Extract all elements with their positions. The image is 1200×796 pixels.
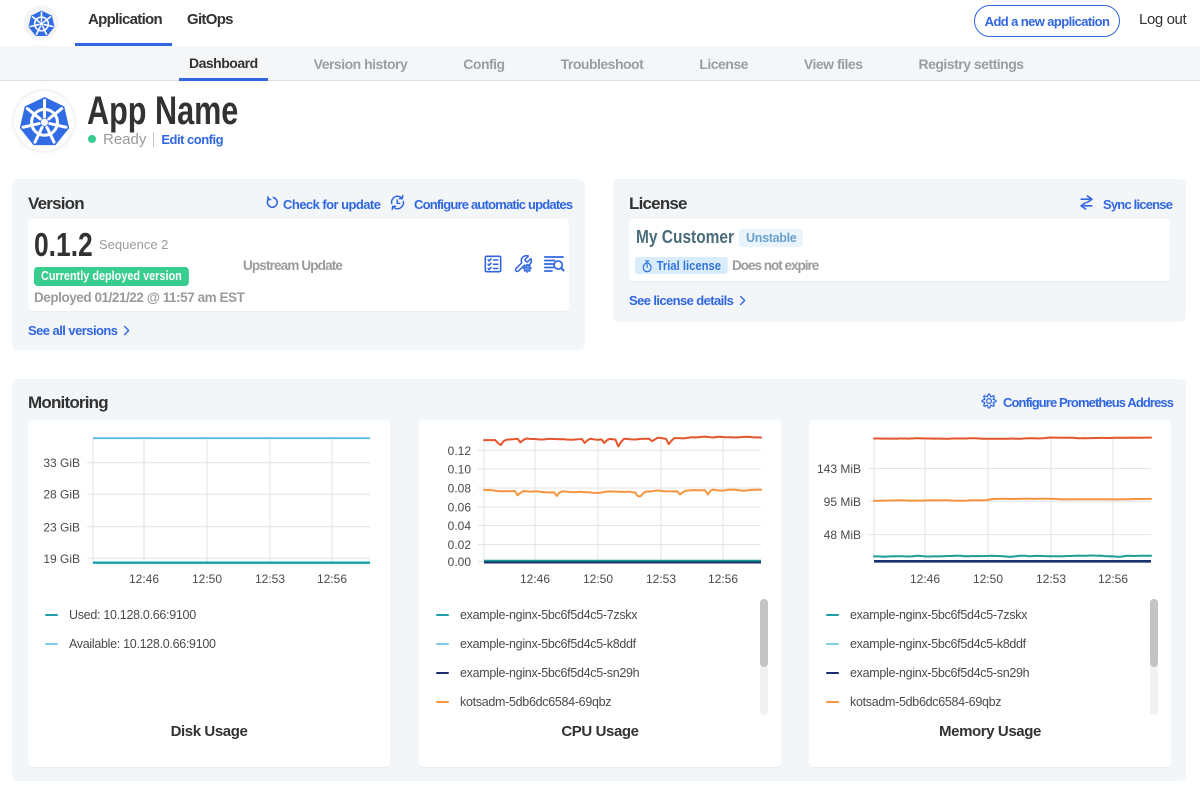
svg-text:12:46: 12:46	[520, 572, 550, 586]
svg-text:12:56: 12:56	[1098, 572, 1128, 586]
svg-text:95 MiB: 95 MiB	[824, 495, 861, 509]
svg-text:48 MiB: 48 MiB	[824, 528, 861, 542]
svg-text:12:50: 12:50	[583, 572, 613, 586]
svg-text:12:46: 12:46	[129, 572, 159, 586]
svg-text:19 GiB: 19 GiB	[43, 552, 80, 566]
svg-text:12:53: 12:53	[646, 572, 676, 586]
svg-text:0.08: 0.08	[448, 482, 472, 496]
svg-text:12:56: 12:56	[708, 572, 738, 586]
svg-text:12:53: 12:53	[1036, 572, 1066, 586]
svg-text:33 GiB: 33 GiB	[43, 456, 80, 470]
svg-text:12:50: 12:50	[973, 572, 1003, 586]
svg-text:0.00: 0.00	[448, 555, 472, 569]
svg-text:143 MiB: 143 MiB	[817, 462, 861, 476]
svg-text:0.02: 0.02	[448, 538, 472, 552]
svg-text:0.10: 0.10	[448, 463, 472, 477]
svg-text:0.04: 0.04	[448, 519, 472, 533]
svg-text:12:53: 12:53	[255, 572, 285, 586]
svg-text:12:50: 12:50	[192, 572, 222, 586]
svg-text:0.06: 0.06	[448, 501, 472, 515]
svg-text:0.12: 0.12	[448, 444, 472, 458]
svg-text:12:56: 12:56	[317, 572, 347, 586]
svg-text:23 GiB: 23 GiB	[43, 520, 80, 534]
svg-text:28 GiB: 28 GiB	[43, 488, 80, 502]
svg-text:12:46: 12:46	[910, 572, 940, 586]
